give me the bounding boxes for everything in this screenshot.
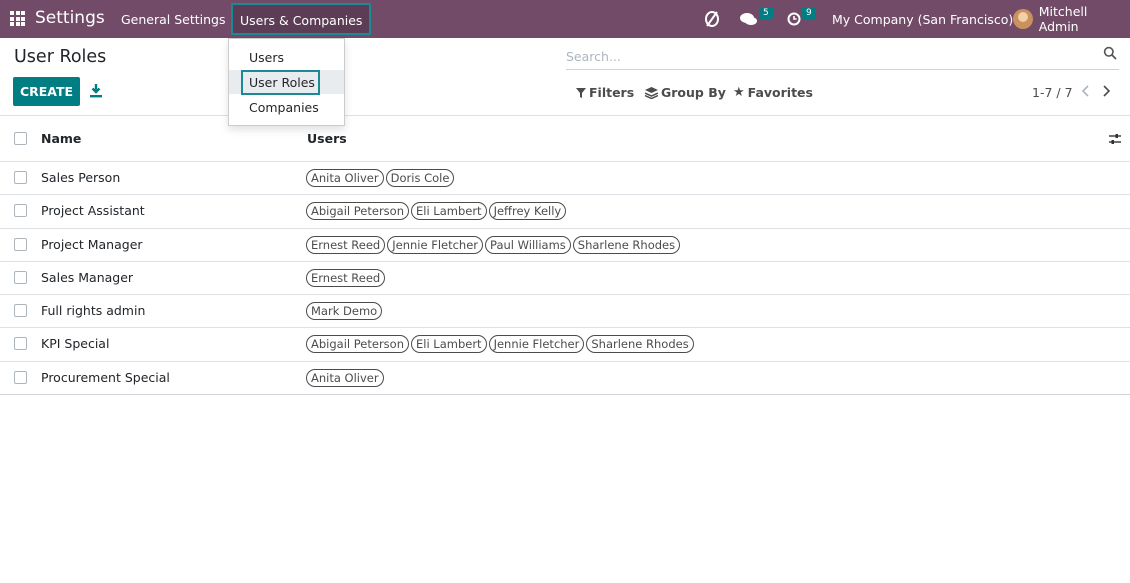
create-button[interactable]: CREATE <box>13 77 80 106</box>
user-tag: Anita Oliver <box>306 368 384 387</box>
cell-role-name: KPI Special <box>41 336 110 352</box>
search-bar <box>566 44 1119 70</box>
download-icon[interactable] <box>89 83 103 99</box>
column-header-users[interactable]: Users <box>307 131 347 146</box>
user-tag: Sharlene Rhodes <box>586 335 694 354</box>
row-checkbox[interactable] <box>14 370 27 384</box>
top-navbar: Settings General Settings Users & Compan… <box>0 0 1130 38</box>
pager-value[interactable]: 1-7 / 7 <box>1032 85 1073 100</box>
cell-role-name: Sales Person <box>41 170 121 185</box>
group-by-label: Group By <box>661 85 726 100</box>
user-tag: Jennie Fletcher <box>488 335 585 354</box>
list-table: Name Users Sales Person Anita Oliver Doris… <box>0 115 1130 396</box>
user-tag: Anita Oliver <box>306 169 384 187</box>
row-checkbox[interactable] <box>14 337 27 351</box>
row-checkbox[interactable] <box>14 204 27 218</box>
table-row[interactable]: KPI Special Abigail Peterson Eli Lambert Je… <box>0 328 1130 362</box>
menu-general-settings[interactable]: General Settings <box>121 12 226 27</box>
search-icon[interactable] <box>1103 46 1117 60</box>
user-tag: Eli Lambert <box>410 202 487 221</box>
dropdown-item-companies[interactable]: Companies <box>229 95 344 119</box>
table-row[interactable]: Project Assistant Abigail Peterson Eli Lam… <box>0 195 1130 229</box>
select-all-checkbox[interactable] <box>14 132 27 145</box>
layers-icon <box>645 86 658 99</box>
dropdown-item-label: Users <box>249 50 285 65</box>
users-companies-dropdown: Users User Roles Companies <box>228 38 345 126</box>
filter-icon <box>576 87 586 98</box>
favorites-button[interactable]: ★ Favorites <box>733 85 813 100</box>
page-title: User Roles <box>14 47 107 67</box>
activity-button[interactable]: 9 <box>787 0 816 38</box>
cell-role-name: Full rights admin <box>41 303 146 319</box>
row-checkbox[interactable] <box>14 270 27 284</box>
user-menu[interactable]: Mitchell Admin <box>1013 0 1130 38</box>
user-tag: Ernest Reed <box>306 235 386 254</box>
odoo-icon[interactable] <box>704 0 720 38</box>
user-tag: Paul Williams <box>485 235 571 254</box>
table-row[interactable]: Project Manager Ernest Reed Jennie Fletche… <box>0 229 1130 262</box>
filters-button[interactable]: Filters <box>576 85 634 100</box>
apps-menu-icon[interactable] <box>10 11 25 26</box>
favorites-label: Favorites <box>747 85 813 100</box>
table-row[interactable]: Sales Manager Ernest Reed <box>0 262 1130 296</box>
star-icon: ★ <box>733 85 745 100</box>
dropdown-item-label: Companies <box>249 100 319 115</box>
dropdown-item-users[interactable]: Users <box>229 45 344 69</box>
table-row[interactable]: Procurement Special Anita Oliver <box>0 362 1130 396</box>
user-tag: Jennie Fletcher <box>387 235 484 254</box>
user-tag: Abigail Peterson <box>306 335 409 354</box>
chat-icon <box>740 13 757 25</box>
cell-role-name: Sales Manager <box>41 269 134 285</box>
table-header: Name Users <box>0 116 1130 162</box>
cell-role-name: Procurement Special <box>41 369 170 385</box>
chevron-left-icon[interactable] <box>1079 82 1093 100</box>
clock-icon <box>787 12 801 26</box>
user-tag: Ernest Reed <box>306 268 386 287</box>
filters-label: Filters <box>589 85 635 100</box>
user-tag: Jeffrey Kelly <box>488 202 567 221</box>
column-header-name[interactable]: Name <box>41 131 81 146</box>
row-checkbox[interactable] <box>14 237 27 251</box>
table-row[interactable]: Full rights admin Mark Demo <box>0 295 1130 329</box>
cell-role-name: Project Manager <box>41 236 143 252</box>
row-checkbox[interactable] <box>14 304 27 318</box>
user-tag: Sharlene Rhodes <box>572 235 681 254</box>
cell-users: Abigail Peterson Eli Lambert Jeffrey Kelly <box>306 202 567 221</box>
user-tag: Abigail Peterson <box>306 202 409 221</box>
table-row[interactable]: Sales Person Anita Oliver Doris Cole <box>0 162 1130 196</box>
avatar <box>1013 9 1033 29</box>
menu-users-companies[interactable]: Users & Companies <box>231 3 372 35</box>
user-name: Mitchell Admin <box>1038 4 1088 34</box>
cell-role-name: Project Assistant <box>41 203 145 219</box>
app-brand[interactable]: Settings <box>35 8 105 28</box>
cell-users: Anita Oliver <box>306 368 384 387</box>
search-input[interactable] <box>566 46 1086 66</box>
user-tag: Mark Demo <box>306 302 383 321</box>
messaging-button[interactable]: 5 <box>740 0 773 38</box>
highlight-frame <box>241 70 320 95</box>
sliders-icon[interactable] <box>1108 132 1122 146</box>
row-checkbox[interactable] <box>14 171 27 184</box>
cell-users: Ernest Reed Jennie Fletcher Paul Williams S… <box>306 235 681 254</box>
user-tag: Doris Cole <box>385 169 455 187</box>
cell-users: Mark Demo <box>306 302 383 321</box>
activity-count-badge: 9 <box>802 7 816 19</box>
cell-users: Ernest Reed <box>306 268 386 287</box>
table-body: Sales Person Anita Oliver Doris Cole Projec… <box>0 162 1130 396</box>
cell-users: Abigail Peterson Eli Lambert Jennie Fletch… <box>306 335 694 354</box>
chat-count-badge: 5 <box>759 7 773 19</box>
chevron-right-icon[interactable] <box>1099 82 1113 100</box>
user-tag: Eli Lambert <box>410 335 487 354</box>
cell-users: Anita Oliver Doris Cole <box>306 169 455 187</box>
group-by-button[interactable]: Group By <box>645 85 726 100</box>
company-switcher[interactable]: My Company (San Francisco) <box>832 0 1013 38</box>
